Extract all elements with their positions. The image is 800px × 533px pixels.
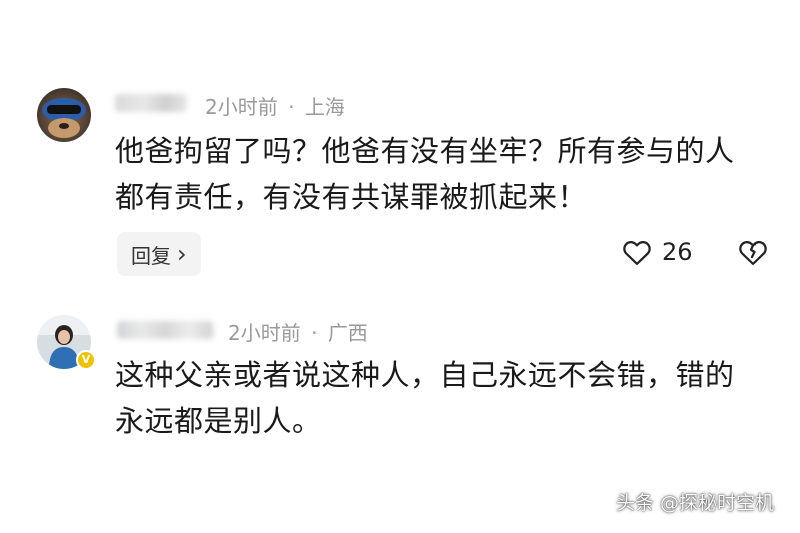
watermark: 头条 @探秘时空机 (615, 492, 774, 514)
heart-outline-icon (623, 240, 651, 265)
like-count: 26 (662, 238, 693, 266)
comment-2: V 2小时前 · 广西 这种父亲或者说这种人，自己永远不会错，错的永远都是别人。 (0, 300, 800, 480)
dislike-button[interactable] (738, 238, 768, 270)
comment-text: 他爸拘留了吗？他爸有没有坐牢？所有参与的人都有责任，有没有共谋罪被抓起来！ (115, 134, 735, 214)
username-redacted (115, 94, 187, 112)
avatar[interactable] (37, 88, 91, 142)
comment-text: 这种父亲或者说这种人，自己永远不会错，错的永远都是别人。 (115, 358, 735, 438)
comment-meta: 2小时前 · 上海 (205, 91, 345, 120)
comment-meta: 2小时前 · 广西 (228, 317, 368, 346)
reply-label: 回复 (131, 243, 171, 268)
like-button[interactable]: 26 (622, 238, 693, 266)
comment-time: 2小时前 (205, 95, 278, 119)
comment-location: 上海 (304, 95, 345, 119)
reply-button[interactable]: 回复 › (117, 232, 201, 276)
username-redacted (117, 321, 213, 339)
meta-separator: · (288, 95, 295, 119)
broken-heart-icon (739, 240, 767, 265)
comment-time: 2小时前 (228, 321, 301, 345)
verified-badge: V (76, 350, 96, 370)
chevron-right-icon: › (177, 240, 187, 268)
meta-separator: · (311, 321, 318, 345)
comment-location: 广西 (327, 321, 368, 345)
comment-1: 2小时前 · 上海 他爸拘留了吗？他爸有没有坐牢？所有参与的人都有责任，有没有共… (0, 0, 800, 300)
